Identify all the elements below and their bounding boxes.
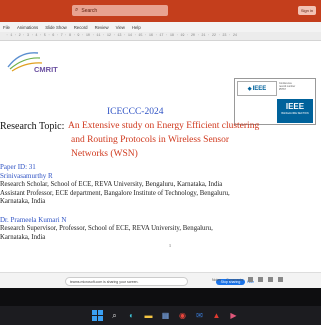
author1-affiliation: Karnataka, India	[0, 198, 46, 205]
author2-name: Dr. Prameela Kumari N	[0, 216, 67, 224]
menu-slide-show[interactable]: Slide Show	[45, 25, 67, 30]
menu-help[interactable]: Help	[132, 25, 141, 30]
sign-in-button[interactable]: Sign in	[298, 6, 316, 15]
cmrit-logo: CMRIT	[7, 52, 58, 74]
screen-share-banner: teams.microsoft.com is sharing your scre…	[65, 277, 254, 286]
file-explorer-icon[interactable]: ▬	[143, 310, 154, 321]
slideshow-icon[interactable]	[278, 277, 284, 282]
conference-record: Conference record number #5767	[279, 82, 295, 91]
ieee-bangalore-logo: IEEE BANGALORE SECTION	[277, 99, 313, 123]
search-input[interactable]: ⌕ Search	[72, 5, 168, 16]
search-icon: ⌕	[75, 7, 79, 13]
author2-affiliation: Research Supervisor, Professor, School o…	[0, 225, 213, 232]
menu-animations[interactable]: Animations	[17, 25, 38, 30]
menu-review[interactable]: Review	[95, 25, 109, 30]
reading-view-icon[interactable]	[268, 277, 274, 282]
mail-icon[interactable]: ✉	[194, 310, 205, 321]
research-topic-line: An Extensive study on Energy Efficient c…	[68, 121, 260, 131]
conference-title: ICECCC-2024	[107, 107, 164, 117]
menu-view[interactable]: View	[116, 25, 125, 30]
author1-affiliation: Assistant Professor, ECE department, Ban…	[0, 190, 230, 197]
menu-record[interactable]: Record	[74, 25, 88, 30]
ieee-logo: ◆ IEEE	[237, 81, 277, 96]
normal-view-icon[interactable]	[248, 277, 254, 282]
ieee-diamond-icon: ◆	[247, 85, 252, 92]
windows-start-icon[interactable]	[92, 310, 103, 321]
search-placeholder: Search	[81, 7, 98, 14]
chrome-icon[interactable]: ◉	[177, 310, 188, 321]
paper-id: Paper ID: 31	[0, 163, 36, 171]
menu-file[interactable]: File	[3, 25, 10, 30]
screen-border	[0, 288, 321, 306]
title-bar: ⌕ Search Sign in	[0, 0, 321, 22]
menu-bar: File Animations Slide Show Record Review…	[0, 22, 321, 32]
search-icon[interactable]: ⌕	[109, 310, 120, 321]
ieee-bangalore-sub: BANGALORE SECTION	[281, 112, 309, 115]
comments-button[interactable]: Comments	[226, 278, 243, 282]
author2-affiliation: Karnataka, India	[0, 234, 46, 241]
media-player-icon[interactable]: ▶	[228, 310, 239, 321]
status-bar: teams.microsoft.com is sharing your scre…	[0, 272, 321, 288]
notes-button[interactable]: Notes	[212, 278, 221, 282]
author1-name: Srinivasamurthy R	[0, 172, 53, 180]
ieee-logo-text: IEEE	[252, 85, 267, 92]
edge-icon[interactable]: ◐	[126, 310, 137, 321]
ieee-bangalore-text: IEEE	[285, 102, 305, 111]
slide-sorter-icon[interactable]	[258, 277, 264, 282]
acrobat-icon[interactable]: ▲	[211, 310, 222, 321]
ieee-logo-group: ◆ IEEE Conference record number #5767 IE…	[234, 78, 316, 125]
slide-canvas	[0, 41, 321, 272]
status-bar-controls: Notes Comments	[212, 277, 284, 282]
research-topic-label: Research Topic:	[0, 121, 65, 132]
ruler: · 1 · 2 · 3 · 4 · 5 · 6 · 7 · 8 · 9 · 10…	[0, 32, 321, 41]
research-topic-line: and Routing Protocols in Wireless Sensor	[71, 135, 230, 145]
research-topic-line: Networks (WSN)	[71, 149, 138, 159]
share-text: teams.microsoft.com is sharing your scre…	[70, 279, 139, 284]
store-icon[interactable]: ▦	[160, 310, 171, 321]
page-number: 1	[169, 243, 171, 248]
cmrit-logo-text: CMRIT	[34, 65, 58, 74]
author1-affiliation: Research Scholar, School of ECE, REVA Un…	[0, 181, 223, 188]
conference-record-line: #5767	[279, 88, 286, 91]
taskbar: ⌕ ◐ ▬ ▦ ◉ ✉ ▲ ▶	[0, 306, 321, 325]
